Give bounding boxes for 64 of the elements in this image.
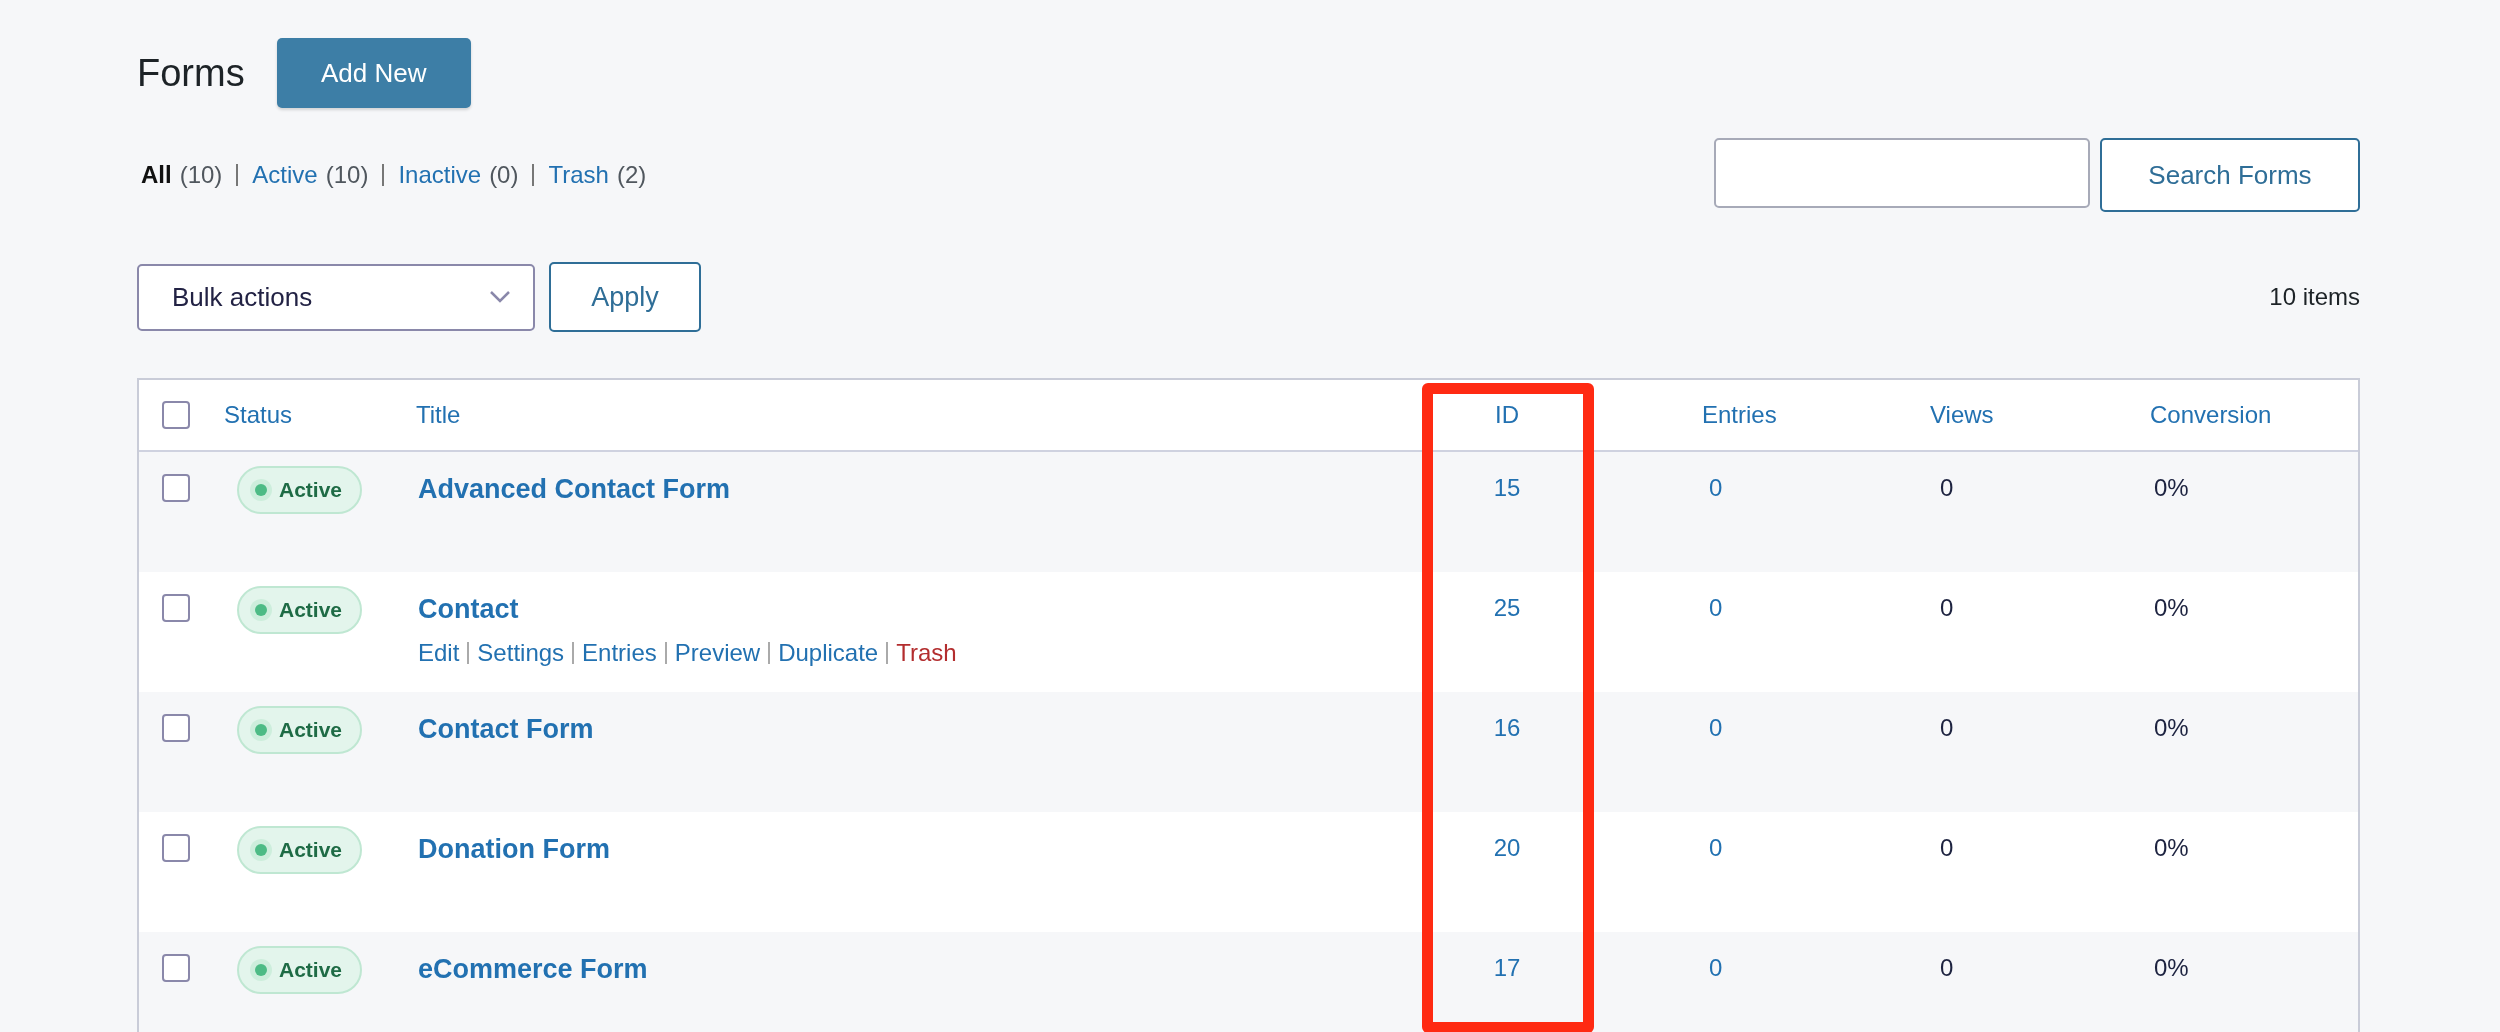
- views-count: 0: [1940, 474, 1954, 501]
- row-checkbox[interactable]: [162, 714, 190, 742]
- filter-link[interactable]: Inactive: [398, 161, 482, 189]
- filter-link[interactable]: All: [141, 161, 172, 189]
- page-title: Forms: [137, 51, 245, 95]
- form-id-link[interactable]: 25: [1493, 594, 1521, 621]
- entries-count-link[interactable]: 0: [1709, 834, 1723, 861]
- filter-link[interactable]: Active: [252, 161, 318, 189]
- add-new-button[interactable]: Add New: [276, 38, 471, 108]
- views-count: 0: [1940, 954, 1954, 981]
- conversion-rate: 0%: [2154, 834, 2189, 861]
- row-checkbox[interactable]: [162, 594, 190, 622]
- row-checkbox[interactable]: [162, 954, 190, 982]
- conversion-rate: 0%: [2154, 594, 2189, 621]
- form-title-link[interactable]: Advanced Contact Form: [416, 474, 1422, 505]
- entries-count-link[interactable]: 0: [1709, 714, 1723, 741]
- entries-count-link[interactable]: 0: [1709, 474, 1723, 501]
- views-count: 0: [1940, 834, 1954, 861]
- status-badge: Active: [237, 946, 363, 994]
- column-header[interactable]: Title: [416, 401, 461, 428]
- row-action-link[interactable]: Trash: [896, 639, 957, 666]
- conversion-rate: 0%: [2154, 954, 2189, 981]
- search-field[interactable]: [1714, 138, 2090, 208]
- column-header[interactable]: Entries: [1702, 401, 1777, 428]
- filter-link[interactable]: Trash: [548, 161, 609, 189]
- row-action-link[interactable]: Edit: [418, 639, 460, 666]
- column-header[interactable]: Conversion: [2150, 401, 2272, 428]
- conversion-rate: 0%: [2154, 714, 2189, 741]
- search-forms-button[interactable]: Search Forms: [2100, 138, 2360, 212]
- bulk-actions-dropdown[interactable]: Bulk actions: [137, 263, 535, 331]
- form-id-link[interactable]: 16: [1493, 714, 1521, 741]
- entries-count-link[interactable]: 0: [1709, 594, 1723, 621]
- column-header[interactable]: Status: [224, 401, 293, 428]
- filter-count: (10): [179, 161, 223, 189]
- filter-count: (10): [325, 161, 369, 189]
- chevron-down-icon: [489, 290, 511, 304]
- form-id-link[interactable]: 17: [1493, 954, 1521, 981]
- row-checkbox[interactable]: [162, 474, 190, 502]
- views-count: 0: [1940, 714, 1954, 741]
- column-header[interactable]: Views: [1930, 401, 1994, 428]
- status-badge: Active: [237, 826, 363, 874]
- row-action-link[interactable]: Preview: [674, 639, 761, 666]
- row-action-link[interactable]: Settings: [477, 639, 565, 666]
- conversion-rate: 0%: [2154, 474, 2189, 501]
- status-badge: Active: [237, 586, 363, 634]
- form-title-link[interactable]: eCommerce Form: [416, 954, 1422, 985]
- form-id-link[interactable]: 15: [1493, 474, 1521, 501]
- row-action-link[interactable]: Duplicate: [778, 639, 879, 666]
- status-badge: Active: [237, 706, 363, 754]
- item-count: 10 items: [2269, 283, 2360, 311]
- row-action-link[interactable]: Entries: [582, 639, 657, 666]
- select-all-checkbox[interactable]: [162, 401, 190, 429]
- filter-count: (0): [489, 161, 519, 189]
- status-badge: Active: [237, 466, 363, 514]
- form-title-link[interactable]: Contact Form: [416, 714, 1422, 745]
- form-title-link[interactable]: Donation Form: [416, 834, 1422, 865]
- form-title-link[interactable]: Contact: [416, 594, 1422, 625]
- column-header[interactable]: ID: [1495, 401, 1519, 428]
- filter-count: (2): [616, 161, 647, 189]
- apply-button[interactable]: Apply: [549, 262, 701, 332]
- form-id-link[interactable]: 20: [1493, 834, 1521, 861]
- views-count: 0: [1940, 594, 1954, 621]
- row-checkbox[interactable]: [162, 834, 190, 862]
- entries-count-link[interactable]: 0: [1709, 954, 1723, 981]
